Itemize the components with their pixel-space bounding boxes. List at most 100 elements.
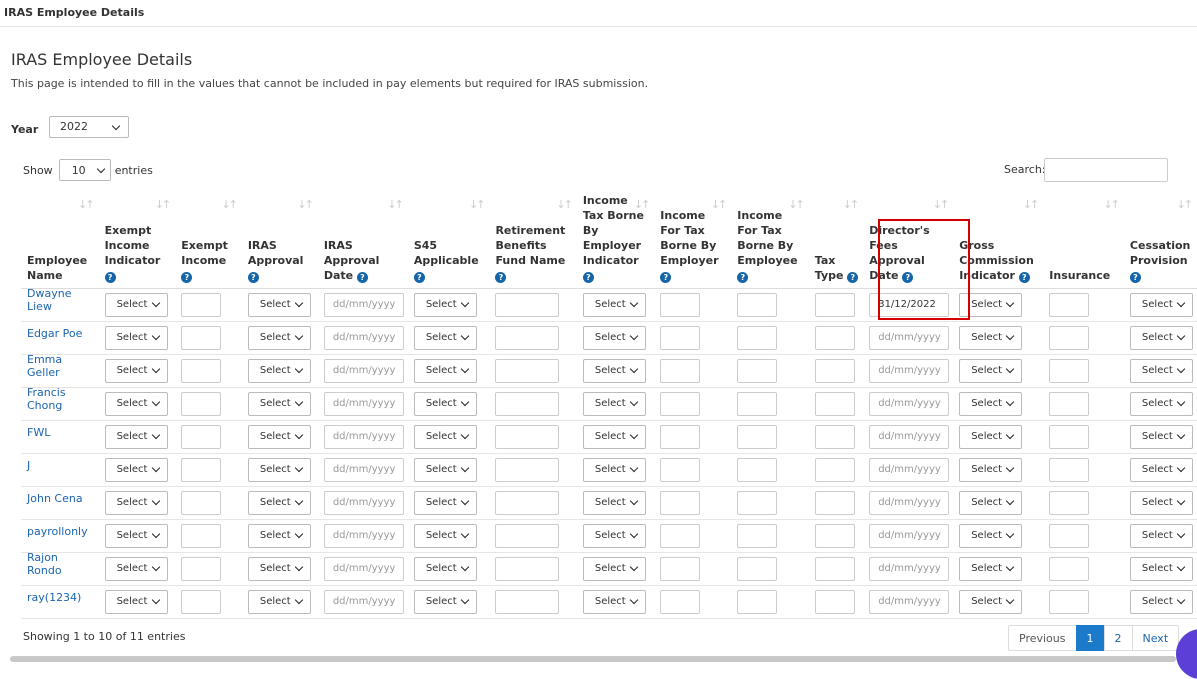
text-input[interactable] bbox=[737, 556, 778, 581]
directors-fees-approval-date-input[interactable]: dd/mm/yyyy bbox=[869, 424, 950, 449]
select-dropdown[interactable]: Select bbox=[247, 556, 311, 581]
text-input[interactable] bbox=[181, 457, 222, 482]
text-input[interactable] bbox=[181, 523, 222, 548]
select-dropdown[interactable]: Select bbox=[582, 589, 646, 614]
iras-approval-date-input[interactable]: dd/mm/yyyy bbox=[323, 490, 404, 515]
text-input[interactable] bbox=[737, 457, 778, 482]
select-dropdown[interactable]: Select bbox=[582, 292, 646, 317]
select-dropdown[interactable]: Select bbox=[104, 490, 168, 515]
column-header[interactable]: ↓↑ IRAS Approval ? bbox=[241, 190, 318, 289]
select-dropdown[interactable]: Select bbox=[959, 391, 1023, 416]
directors-fees-approval-date-input[interactable]: dd/mm/yyyy bbox=[869, 457, 950, 482]
select-dropdown[interactable]: Select bbox=[413, 292, 477, 317]
iras-approval-date-input[interactable]: dd/mm/yyyy bbox=[323, 457, 404, 482]
text-input[interactable] bbox=[660, 556, 701, 581]
select-dropdown[interactable]: Select bbox=[247, 523, 311, 548]
employee-name-link[interactable]: payrollonly bbox=[27, 525, 95, 538]
text-input[interactable] bbox=[737, 523, 778, 548]
select-dropdown[interactable]: Select bbox=[959, 457, 1023, 482]
select-dropdown[interactable]: Select bbox=[582, 325, 646, 350]
employee-name-link[interactable]: Edgar Poe bbox=[27, 327, 95, 340]
select-dropdown[interactable]: Select bbox=[582, 556, 646, 581]
help-icon[interactable]: ? bbox=[356, 271, 368, 283]
text-input[interactable] bbox=[495, 292, 560, 317]
text-input[interactable] bbox=[814, 490, 855, 515]
entries-per-page-select[interactable]: 10 bbox=[58, 159, 111, 181]
employee-name-link[interactable]: Rajon Rondo bbox=[27, 551, 95, 577]
select-dropdown[interactable]: Select bbox=[247, 358, 311, 383]
help-icon[interactable]: ? bbox=[660, 271, 672, 283]
text-input[interactable] bbox=[495, 523, 560, 548]
iras-approval-date-input[interactable]: dd/mm/yyyy bbox=[323, 589, 404, 614]
column-header[interactable]: ↓↑ Income Tax Borne By Employer Indicator… bbox=[576, 190, 655, 289]
select-dropdown[interactable]: Select bbox=[582, 490, 646, 515]
text-input[interactable] bbox=[495, 424, 560, 449]
text-input[interactable] bbox=[737, 589, 778, 614]
select-dropdown[interactable]: Select bbox=[247, 391, 311, 416]
select-dropdown[interactable]: Select bbox=[582, 523, 646, 548]
text-input[interactable] bbox=[495, 358, 560, 383]
text-input[interactable] bbox=[181, 358, 222, 383]
text-input[interactable] bbox=[814, 292, 855, 317]
select-dropdown[interactable]: Select bbox=[1129, 424, 1193, 449]
help-icon[interactable]: ? bbox=[413, 271, 425, 283]
select-dropdown[interactable]: Select bbox=[413, 457, 477, 482]
select-dropdown[interactable]: Select bbox=[1129, 391, 1193, 416]
text-input[interactable] bbox=[814, 523, 855, 548]
text-input[interactable] bbox=[660, 589, 701, 614]
text-input[interactable] bbox=[814, 589, 855, 614]
iras-approval-date-input[interactable]: dd/mm/yyyy bbox=[323, 391, 404, 416]
text-input[interactable] bbox=[814, 424, 855, 449]
select-dropdown[interactable]: Select bbox=[104, 457, 168, 482]
iras-approval-date-input[interactable]: dd/mm/yyyy bbox=[323, 292, 404, 317]
search-input[interactable] bbox=[1044, 158, 1168, 182]
help-icon[interactable]: ? bbox=[104, 271, 116, 283]
column-header[interactable]: ↓↑ S45 Applicable ? bbox=[407, 190, 490, 289]
text-input[interactable] bbox=[181, 292, 222, 317]
employee-name-link[interactable]: Francis Chong bbox=[27, 386, 95, 412]
select-dropdown[interactable]: Select bbox=[959, 523, 1023, 548]
text-input[interactable] bbox=[495, 325, 560, 350]
horizontal-scrollbar[interactable] bbox=[10, 656, 1176, 662]
text-input[interactable] bbox=[181, 424, 222, 449]
column-header[interactable]: ↓↑ Retirement Benefits Fund Name ? bbox=[489, 190, 577, 289]
column-header[interactable]: ↓↑ Employee Name bbox=[21, 190, 99, 289]
select-dropdown[interactable]: Select bbox=[104, 523, 168, 548]
text-input[interactable] bbox=[737, 391, 778, 416]
select-dropdown[interactable]: Select bbox=[1129, 457, 1193, 482]
help-icon[interactable]: ? bbox=[737, 271, 749, 283]
select-dropdown[interactable]: Select bbox=[582, 424, 646, 449]
text-input[interactable] bbox=[181, 556, 222, 581]
text-input[interactable] bbox=[181, 325, 222, 350]
directors-fees-approval-date-input[interactable]: dd/mm/yyyy bbox=[869, 358, 950, 383]
column-header[interactable]: ↓↑ Cessation Provision ? bbox=[1123, 190, 1197, 289]
text-input[interactable] bbox=[1049, 523, 1090, 548]
column-header[interactable]: ↓↑ Income For Tax Borne By Employer ? bbox=[654, 190, 732, 289]
select-dropdown[interactable]: Select bbox=[582, 358, 646, 383]
text-input[interactable] bbox=[814, 391, 855, 416]
text-input[interactable] bbox=[1049, 358, 1090, 383]
text-input[interactable] bbox=[660, 457, 701, 482]
text-input[interactable] bbox=[495, 589, 560, 614]
directors-fees-approval-date-input[interactable]: dd/mm/yyyy bbox=[869, 490, 950, 515]
select-dropdown[interactable]: Select bbox=[104, 358, 168, 383]
iras-approval-date-input[interactable]: dd/mm/yyyy bbox=[323, 325, 404, 350]
text-input[interactable] bbox=[1049, 325, 1090, 350]
text-input[interactable] bbox=[1049, 424, 1090, 449]
directors-fees-approval-date-input[interactable]: dd/mm/yyyy bbox=[869, 391, 950, 416]
select-dropdown[interactable]: Select bbox=[413, 556, 477, 581]
select-dropdown[interactable]: Select bbox=[247, 325, 311, 350]
select-dropdown[interactable]: Select bbox=[1129, 325, 1193, 350]
column-header[interactable]: ↓↑ Exempt Income ? bbox=[175, 190, 242, 289]
help-icon[interactable]: ? bbox=[582, 271, 594, 283]
select-dropdown[interactable]: Select bbox=[582, 391, 646, 416]
select-dropdown[interactable]: Select bbox=[1129, 589, 1193, 614]
text-input[interactable] bbox=[495, 490, 560, 515]
text-input[interactable] bbox=[814, 325, 855, 350]
pagination-next[interactable]: Next bbox=[1131, 625, 1180, 651]
select-dropdown[interactable]: Select bbox=[247, 490, 311, 515]
employee-name-link[interactable]: J bbox=[27, 459, 95, 472]
iras-approval-date-input[interactable]: dd/mm/yyyy bbox=[323, 424, 404, 449]
select-dropdown[interactable]: Select bbox=[959, 589, 1023, 614]
text-input[interactable] bbox=[814, 556, 855, 581]
